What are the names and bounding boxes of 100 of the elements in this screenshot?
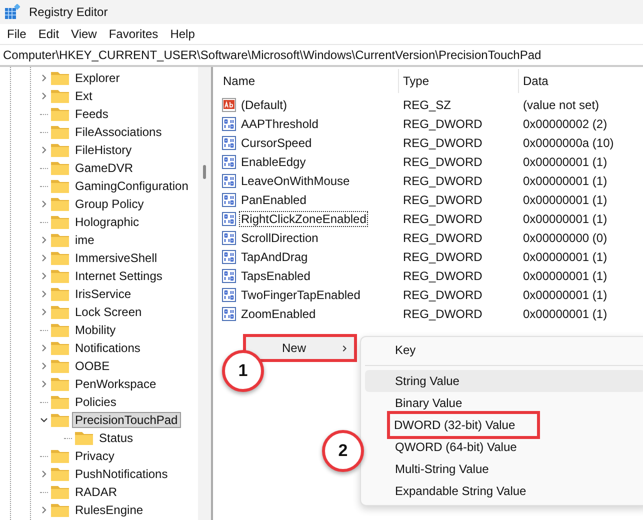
folder-icon [51,143,69,157]
menu-item[interactable]: Key [365,339,424,361]
tree-item[interactable]: Internet Settings [72,268,166,284]
menu-item[interactable]: Binary Value [365,392,470,414]
tree-item[interactable]: RADAR [72,484,120,500]
tree-item[interactable]: Notifications [72,340,144,356]
chevron-right-icon [341,344,348,352]
folder-icon [51,269,69,283]
scrollbar[interactable] [198,67,211,520]
value-name[interactable]: ScrollDirection [239,230,320,246]
tree-item[interactable]: ImmersiveShell [72,250,160,266]
table-cell: 0x00000001 (1) [523,288,608,302]
chevron-right-icon[interactable] [40,146,48,154]
folder-icon [51,71,69,85]
chevron-right-icon[interactable] [40,470,48,478]
tree-item[interactable]: PushNotifications [72,466,171,482]
menu-item[interactable]: New [243,334,357,362]
value-name[interactable]: LeaveOnWithMouse [239,172,352,188]
menu-item[interactable]: File [2,26,32,42]
chevron-right-icon[interactable] [40,506,48,514]
chevron-right-icon[interactable] [40,308,48,316]
tree-item[interactable]: Explorer [72,70,123,86]
binary-value-icon [222,230,236,244]
column-header[interactable]: Type [399,69,519,93]
chevron-right-icon[interactable] [40,74,48,82]
menu-item[interactable]: String Value [365,370,643,392]
menu-item[interactable]: Edit [33,26,64,42]
tree-item[interactable]: PrecisionTouchPad [72,412,181,428]
value-name[interactable]: CursorSpeed [239,134,314,150]
table-cell-text: REG_DWORD [402,250,484,264]
tree-item[interactable]: OOBE [72,358,113,374]
tree-item[interactable]: Group Policy [72,196,147,212]
chevron-right-icon[interactable] [40,380,48,388]
chevron-right-icon[interactable] [40,344,48,352]
table-cell-text: REG_DWORD [402,306,484,320]
chevron-down-icon[interactable] [40,416,48,424]
chevron-right-icon[interactable] [40,92,48,100]
tree-item[interactable]: Mobility [72,322,119,338]
tree-item[interactable]: FileAssociations [72,124,165,140]
table-cell-text: REG_DWORD [402,136,484,150]
folder-icon [51,251,69,265]
folder-icon [51,503,69,517]
folder-icon [51,449,69,463]
value-name[interactable]: TapAndDrag [239,248,310,264]
value-name[interactable]: AAPThreshold [239,116,320,132]
table-cell-text: REG_DWORD [402,154,484,168]
value-name[interactable]: TwoFingerTapEnabled [239,286,362,302]
tree-item[interactable]: ime [72,232,98,248]
tree-item[interactable]: FileHistory [72,142,135,158]
tree-item[interactable]: Privacy [72,448,118,464]
menu-item[interactable]: Favorites [104,26,164,42]
value-name[interactable]: PanEnabled [239,192,308,208]
step-number-badge: 1 [222,350,264,392]
chevron-right-icon[interactable] [40,362,48,370]
menu-item[interactable]: Help [165,26,200,42]
folder-icon [51,467,69,481]
tree-item[interactable]: IrisService [72,286,134,302]
table-cell: 0x00000001 (1) [523,268,608,282]
chevron-right-icon[interactable] [40,200,48,208]
column-header[interactable]: Name [219,69,399,93]
chevron-right-icon[interactable] [40,290,48,298]
tree-item[interactable]: Policies [72,394,120,410]
tree-item[interactable]: Lock Screen [72,304,145,320]
tree-item[interactable]: PenWorkspace [72,376,160,392]
menu-item[interactable]: View [66,26,102,42]
tree-item[interactable]: Ext [72,88,96,104]
menu-item[interactable]: Multi-String Value [365,458,497,480]
step-number-badge: 2 [322,430,364,472]
menu-item[interactable]: Expandable String Value [365,480,534,502]
folder-icon [51,359,69,373]
binary-value-icon [222,212,236,226]
folder-icon [51,197,69,211]
folder-icon [51,413,69,427]
menu-item[interactable]: DWORD (32-bit) Value [387,411,540,439]
address-bar[interactable]: Computer\HKEY_CURRENT_USER\Software\Microsoft\Windows\CurrentVersion\PrecisionTouchPad [0,44,643,66]
value-name[interactable]: RightClickZoneEnabled [239,210,368,226]
tree-item[interactable]: GamingConfiguration [72,178,192,194]
table-cell-text: REG_SZ [402,98,452,112]
tree-item[interactable]: GameDVR [72,160,136,176]
tree-item[interactable]: Holographic [72,214,142,230]
value-name[interactable]: TapsEnabled [239,268,312,284]
tree-item[interactable]: Feeds [72,106,112,122]
value-name[interactable]: ZoomEnabled [239,306,318,322]
chevron-right-icon[interactable] [40,236,48,244]
binary-value-icon [222,268,236,282]
table-cell-text: REG_DWORD [402,174,484,188]
folder-icon [51,305,69,319]
menu-item[interactable]: QWORD (64-bit) Value [365,436,525,458]
tree-item[interactable]: RulesEngine [72,502,146,518]
binary-value-icon [222,116,236,130]
chevron-right-icon[interactable] [40,272,48,280]
folder-icon [51,341,69,355]
binary-value-icon [222,288,236,302]
column-header[interactable]: Data [519,69,548,93]
tree-item[interactable]: Status [96,430,136,446]
value-name[interactable]: (Default) [239,96,290,112]
value-name[interactable]: EnableEdgy [239,154,308,170]
chevron-right-icon[interactable] [40,254,48,262]
table-cell-text: REG_DWORD [402,212,484,226]
folder-icon [51,377,69,391]
